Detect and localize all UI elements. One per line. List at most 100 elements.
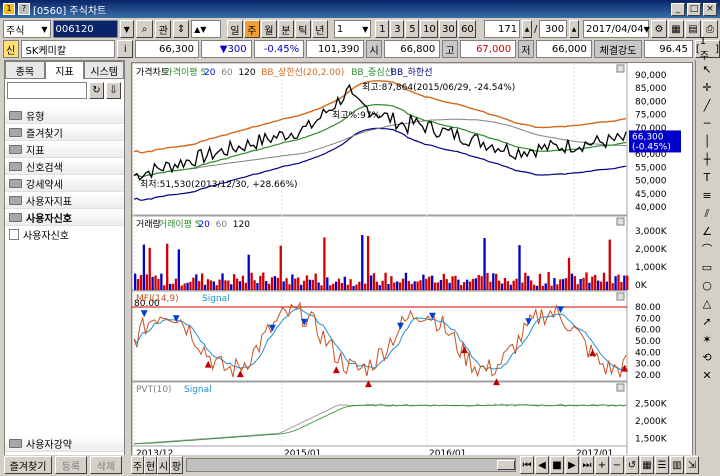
info-button[interactable]: i xyxy=(117,40,133,58)
interval-select[interactable]: 1 ▼ xyxy=(333,20,372,38)
circle-icon[interactable]: ○ xyxy=(698,277,716,294)
folder-user-strength[interactable]: 사용자강약 xyxy=(5,435,124,452)
interval-3-button[interactable]: 3 xyxy=(390,20,405,38)
step-select[interactable]: ▲▼ xyxy=(191,20,221,38)
crosshair-icon[interactable]: ✛ xyxy=(698,79,716,96)
tab-indicator[interactable]: 지표 xyxy=(44,61,85,79)
interval-5-button[interactable]: 5 xyxy=(405,20,420,38)
cycle-icon[interactable]: ⟲ xyxy=(698,349,716,366)
stock-code-input[interactable]: 006120 xyxy=(52,20,118,38)
stop-icon[interactable]: ■ xyxy=(550,456,564,474)
count-input[interactable]: 171 xyxy=(484,20,521,38)
arrow-icon[interactable]: ➚ xyxy=(698,313,716,330)
folder-user-signals[interactable]: 사용자신호 xyxy=(5,209,124,226)
chart-area[interactable]: 2013/12 2015/01 2016/01 2017/01 90,000 85,000… xyxy=(131,62,693,459)
arc-icon[interactable]: ⌒ xyxy=(698,241,716,258)
price-pct-note: 최고%:97% xyxy=(332,110,381,121)
prev-icon[interactable]: ◀ xyxy=(535,456,549,474)
tab-main[interactable]: 주 xyxy=(131,456,144,474)
chevron-down-icon: ▼ xyxy=(643,24,650,34)
count-spinner[interactable]: ▲ xyxy=(522,20,532,38)
zoom-out-icon[interactable]: − xyxy=(610,456,624,474)
grid-icon[interactable]: ▦ xyxy=(668,20,684,38)
triangle-icon[interactable]: △ xyxy=(698,295,716,312)
refresh-icon[interactable]: ↻ xyxy=(89,82,104,99)
volume-bar xyxy=(497,280,501,290)
folder-signal-search[interactable]: 신호검색 xyxy=(5,158,124,175)
period-week-button[interactable]: 주 xyxy=(243,20,260,38)
download-icon[interactable]: ⇩ xyxy=(106,82,121,99)
channel-icon[interactable]: ⫽ xyxy=(698,205,716,222)
related-button[interactable]: 관 xyxy=(155,20,172,38)
layout-icon[interactable]: ▤ xyxy=(685,20,701,38)
vertical-line-icon[interactable]: │ xyxy=(698,133,716,150)
cross-line-icon[interactable]: ┼ xyxy=(698,151,716,168)
open-label: 시 xyxy=(366,40,382,58)
tab-pang[interactable]: 팡 xyxy=(170,456,183,474)
delete-button[interactable]: 삭제 xyxy=(90,456,122,474)
chart-icon[interactable]: ▥ xyxy=(670,456,684,474)
next-icon[interactable]: ▶ xyxy=(565,456,579,474)
gann-icon[interactable]: ✶ xyxy=(698,331,716,348)
tab-current[interactable]: 현 xyxy=(144,456,157,474)
last-icon[interactable]: ⏭ xyxy=(580,456,594,474)
period-minute-button[interactable]: 분 xyxy=(277,20,294,38)
unit-button[interactable]: [1주] xyxy=(694,36,720,62)
first-icon[interactable]: ⏮ xyxy=(520,456,534,474)
help-icon[interactable]: ? xyxy=(18,3,30,15)
period-day-button[interactable]: 일 xyxy=(226,20,243,38)
volume-bar xyxy=(611,283,614,290)
folder-favorites[interactable]: 즐겨찾기 xyxy=(5,124,124,141)
volume-bar xyxy=(171,283,175,290)
date-input[interactable]: 2017/04/04 ▼ xyxy=(583,20,650,38)
market-select[interactable]: 주식 ▼ xyxy=(3,20,51,38)
trendline-icon[interactable]: ╱ xyxy=(698,97,716,114)
search-button[interactable]: ⌕ xyxy=(135,20,154,38)
maximize-button[interactable]: □ xyxy=(687,2,701,16)
interval-1-button[interactable]: 1 xyxy=(375,20,390,38)
folder-type[interactable]: 유형 xyxy=(5,107,124,124)
scroll-thumb[interactable] xyxy=(497,460,515,470)
cursor-icon[interactable]: ↖ xyxy=(698,61,716,78)
volume-bar xyxy=(230,284,233,290)
folder-strength[interactable]: 강세약세 xyxy=(5,175,124,192)
folder-user-indicators[interactable]: 사용자지표 xyxy=(5,192,124,209)
tab-stock[interactable]: 종목 xyxy=(5,61,45,79)
tile-icon[interactable]: ▦ xyxy=(640,456,654,474)
period-month-button[interactable]: 월 xyxy=(260,20,277,38)
register-button[interactable]: 등록 xyxy=(55,456,87,474)
close-button[interactable]: × xyxy=(703,2,717,16)
code-dropdown-button[interactable]: ▼ xyxy=(119,20,134,38)
fibonacci-icon[interactable]: ≡ xyxy=(698,187,716,204)
horizontal-scrollbar[interactable] xyxy=(186,458,516,472)
total-spinner[interactable]: ▲ xyxy=(569,20,579,38)
tab-market[interactable]: 시 xyxy=(157,456,170,474)
buy-signal-arrow: ▲ xyxy=(493,377,500,387)
folder-indicators[interactable]: 지표 xyxy=(5,141,124,158)
export-icon[interactable]: ⇲ xyxy=(685,456,699,474)
count-total-input[interactable]: 300 xyxy=(539,20,568,38)
reset-icon[interactable]: ↺ xyxy=(625,456,639,474)
tab-system[interactable]: 시스템 xyxy=(84,61,125,79)
text-icon[interactable]: T xyxy=(698,169,716,186)
angle-icon[interactable]: ∠ xyxy=(698,223,716,240)
zoom-in-icon[interactable]: + xyxy=(595,456,609,474)
minimize-button[interactable]: _ xyxy=(671,2,685,16)
settings-icon[interactable]: ⚙ xyxy=(651,20,667,38)
volume-bar xyxy=(413,281,416,290)
indicator-search-input[interactable] xyxy=(7,82,87,99)
user-signal-item[interactable]: 사용자신호 xyxy=(5,226,124,242)
interval-60-button[interactable]: 60 xyxy=(458,20,477,38)
rectangle-icon[interactable]: ▭ xyxy=(698,259,716,276)
period-year-button[interactable]: 년 xyxy=(311,20,328,38)
delete-icon[interactable]: ✕ xyxy=(698,367,716,384)
scroll-button[interactable]: ⇕ xyxy=(173,20,190,38)
window-title: [0560] 주식차트 xyxy=(33,5,107,17)
interval-30-button[interactable]: 30 xyxy=(439,20,458,38)
volume-bar xyxy=(206,279,210,290)
horizontal-line-icon[interactable]: ─ xyxy=(698,115,716,132)
period-tick-button[interactable]: 틱 xyxy=(294,20,311,38)
interval-10-button[interactable]: 10 xyxy=(420,20,439,38)
list-icon[interactable]: ☰ xyxy=(655,456,669,474)
favorites-button[interactable]: 즐겨찾기 xyxy=(4,456,52,474)
